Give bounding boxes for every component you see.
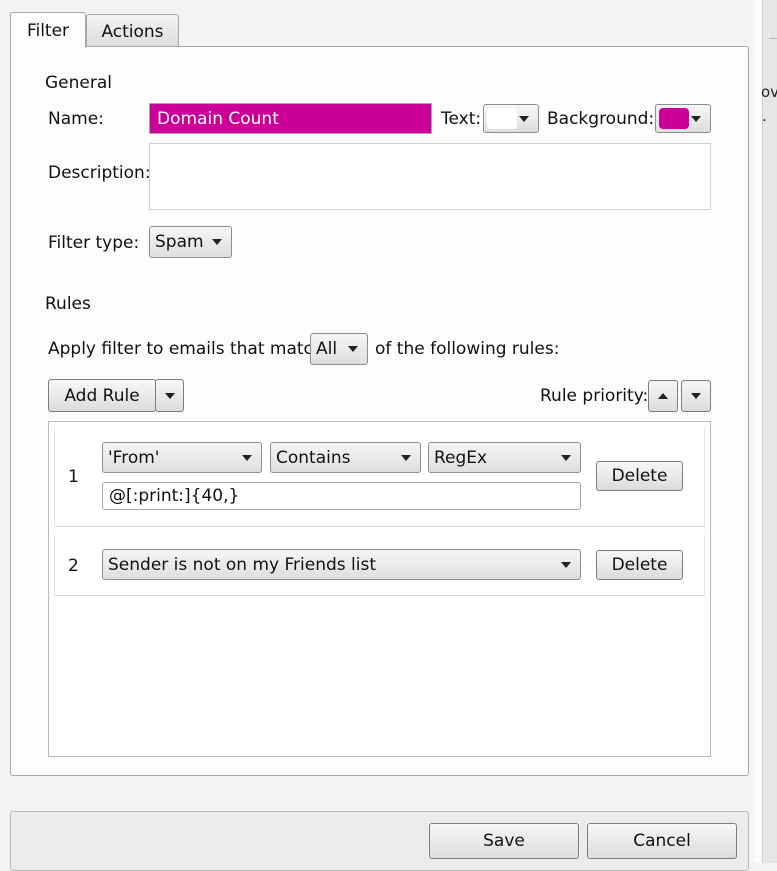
- rule-field-select[interactable]: 'From': [102, 442, 262, 473]
- rule-operator-value: Contains: [276, 447, 351, 468]
- add-rule-label: Add Rule: [64, 385, 140, 406]
- chevron-down-icon: [561, 454, 571, 461]
- filter-type-label: Filter type:: [48, 233, 140, 253]
- chevron-down-icon: [561, 561, 571, 568]
- cancel-label: Cancel: [633, 831, 691, 851]
- match-mode-value: All: [316, 339, 338, 359]
- filter-type-select[interactable]: Spam: [149, 226, 232, 258]
- general-group-title: General: [41, 73, 116, 93]
- apply-prefix-text: Apply filter to emails that match: [48, 339, 324, 359]
- rule-pattern-input[interactable]: @[:print:]{40,}: [102, 482, 581, 510]
- priority-up-button[interactable]: [648, 380, 678, 412]
- apply-suffix-text: of the following rules:: [375, 339, 560, 359]
- rules-group-title: Rules: [41, 294, 95, 314]
- text-color-label: Text:: [441, 109, 482, 129]
- name-input[interactable]: Domain Count: [149, 103, 432, 134]
- tab-actions-label: Actions: [101, 21, 164, 42]
- background-color-label: Background:: [547, 109, 655, 129]
- rule-condition-select[interactable]: Sender is not on my Friends list: [102, 549, 581, 580]
- chevron-down-icon: [691, 115, 701, 122]
- background-window: [762, 0, 777, 863]
- save-label: Save: [483, 831, 525, 851]
- chevron-down-icon: [348, 346, 358, 352]
- rule-field-value: 'From': [108, 447, 160, 468]
- rule-mode-select[interactable]: RegEx: [428, 442, 581, 473]
- chevron-down-icon: [242, 454, 252, 461]
- chevron-down-icon: [401, 454, 411, 461]
- description-label: Description:: [48, 163, 151, 183]
- priority-down-button[interactable]: [681, 380, 711, 412]
- arrow-down-icon: [691, 393, 701, 399]
- text-color-swatch: [487, 108, 517, 129]
- match-mode-select[interactable]: All: [310, 333, 368, 365]
- rule-number: 2: [68, 556, 79, 576]
- tab-actions[interactable]: Actions: [86, 14, 179, 48]
- rule-number: 1: [68, 467, 79, 487]
- name-label: Name:: [48, 109, 104, 129]
- background-color-swatch: [659, 108, 689, 129]
- rule-operator-select[interactable]: Contains: [270, 442, 421, 473]
- delete-rule-label: Delete: [611, 555, 668, 575]
- background-divider: [769, 38, 777, 39]
- chevron-down-icon: [212, 239, 222, 245]
- add-rule-button[interactable]: Add Rule: [48, 379, 156, 412]
- tab-filter-label: Filter: [26, 20, 70, 41]
- delete-rule-button[interactable]: Delete: [596, 461, 683, 491]
- arrow-up-icon: [658, 393, 668, 399]
- delete-rule-button[interactable]: Delete: [596, 550, 683, 580]
- filter-type-value: Spam: [155, 232, 204, 252]
- description-input[interactable]: [149, 143, 711, 210]
- background-text: .: [762, 107, 767, 125]
- delete-rule-label: Delete: [611, 466, 668, 486]
- rule-condition-value: Sender is not on my Friends list: [108, 554, 377, 575]
- cancel-button[interactable]: Cancel: [587, 823, 737, 859]
- tab-filter[interactable]: Filter: [10, 12, 86, 48]
- rule-priority-label: Rule priority:: [540, 386, 649, 406]
- rule-mode-value: RegEx: [434, 447, 488, 468]
- chevron-down-icon: [519, 115, 529, 122]
- add-rule-menu-button[interactable]: [155, 379, 184, 412]
- chevron-down-icon: [164, 392, 175, 399]
- background-text: ov: [761, 83, 777, 101]
- save-button[interactable]: Save: [429, 823, 579, 859]
- window-edge: [753, 0, 762, 863]
